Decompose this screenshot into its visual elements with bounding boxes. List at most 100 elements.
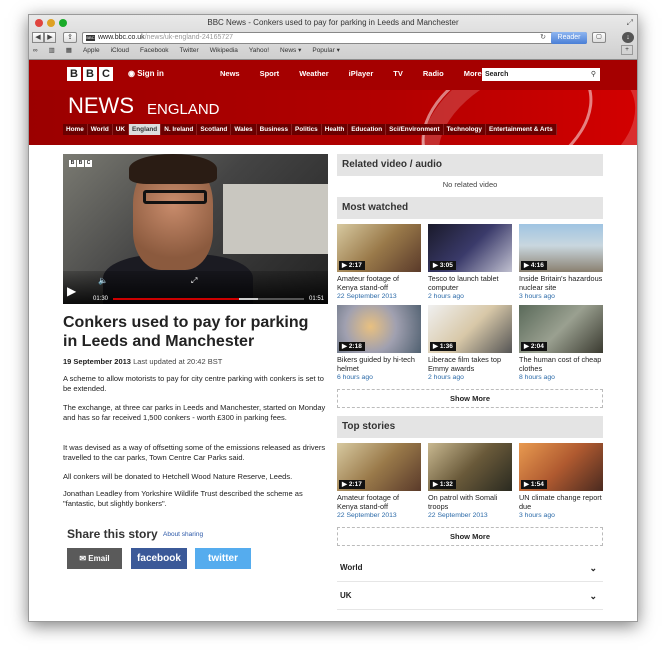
accordion-uk[interactable]: UK ⌄ [337, 582, 603, 610]
video-player[interactable]: BBC ▶ 🔈 ⤢ 01:30 01:51 [63, 154, 328, 304]
cat-technology[interactable]: Technology [444, 124, 486, 135]
sidebar: Related video / audio No related video M… [337, 154, 603, 610]
nav-news[interactable]: News [220, 69, 240, 78]
sign-in-link[interactable]: ◉ Sign in [128, 69, 164, 78]
cat-scotland[interactable]: Scotland [197, 124, 232, 135]
show-more-button[interactable]: Show More [337, 389, 603, 408]
fullscreen-video-icon[interactable]: ⤢ [191, 276, 197, 286]
video-thumbnail[interactable]: ▶ 1:36 [428, 305, 512, 353]
nav-weather[interactable]: Weather [299, 69, 328, 78]
video-card[interactable]: ▶ 3:05 Tesco to launch tablet computer 2… [428, 224, 512, 300]
browser-window: BBC News - Conkers used to pay for parki… [28, 14, 638, 622]
video-card[interactable]: ▶ 1:32 On patrol with Somali troops 22 S… [428, 443, 512, 519]
accordion-world[interactable]: World ⌄ [337, 554, 603, 582]
video-title[interactable]: Tesco to launch tablet computer [428, 274, 512, 292]
video-thumbnail[interactable]: ▶ 4:16 [519, 224, 603, 272]
cat-world[interactable]: World [88, 124, 113, 135]
news-wordmark[interactable]: NEWS [68, 93, 134, 119]
most-watched-heading: Most watched [337, 197, 603, 219]
bookmark-item[interactable]: News ▾ [280, 46, 301, 54]
related-heading: Related video / audio [337, 154, 603, 176]
bbc-header: B B C ◉ Sign in News Sport Weather iPlay… [29, 60, 637, 90]
search-icon[interactable]: ⚲ [591, 68, 596, 81]
reload-icon[interactable]: ↻ [540, 33, 546, 43]
reader-button[interactable]: Reader [551, 32, 587, 44]
share-icon[interactable]: ⇪ [63, 32, 77, 43]
video-title[interactable]: On patrol with Somali troops [428, 493, 512, 511]
video-card[interactable]: ▶ 4:16 Inside Britain's hazardous nuclea… [519, 224, 603, 300]
video-title[interactable]: Liberace film takes top Emmy awards [428, 355, 512, 373]
article-dateline: 19 September 2013 Last updated at 20:42 … [63, 357, 222, 366]
fullscreen-icon[interactable]: ⤢ [627, 18, 633, 28]
logo-letter: B [83, 67, 97, 81]
cat-entertainment[interactable]: Entertainment & Arts [486, 124, 557, 135]
show-more-button[interactable]: Show More [337, 527, 603, 546]
facebook-share-button[interactable]: facebook [131, 548, 187, 569]
bookmark-item[interactable]: iCloud [111, 47, 129, 54]
cat-uk[interactable]: UK [113, 124, 129, 135]
cat-sci-environment[interactable]: Sci/Environment [386, 124, 444, 135]
video-thumbnail[interactable]: ▶ 2:17 [337, 443, 421, 491]
nav-radio[interactable]: Radio [423, 69, 444, 78]
video-title[interactable]: Amateur footage of Kenya stand-off [337, 274, 421, 292]
play-icon: ▶ [524, 343, 529, 350]
video-title[interactable]: UN climate change report due [519, 493, 603, 511]
cat-wales[interactable]: Wales [231, 124, 257, 135]
bookmarks-icon[interactable]: ▥ [49, 46, 55, 54]
back-button[interactable]: ◀ [32, 32, 44, 43]
twitter-share-button[interactable]: twitter [195, 548, 251, 569]
video-duration: 1:36 [439, 343, 453, 350]
video-thumbnail[interactable]: ▶ 2:17 [337, 224, 421, 272]
video-card[interactable]: ▶ 2:17 Amateur footage of Kenya stand-of… [337, 443, 421, 519]
about-sharing-link[interactable]: About sharing [163, 531, 203, 538]
video-title[interactable]: Inside Britain's hazardous nuclear site [519, 274, 603, 292]
progress-bar[interactable] [113, 298, 304, 300]
forward-button[interactable]: ▶ [44, 32, 56, 43]
cat-education[interactable]: Education [348, 124, 387, 135]
reading-list-icon[interactable]: ∞ [33, 47, 38, 54]
bookmark-item[interactable]: Wikipedia [210, 47, 238, 54]
cat-politics[interactable]: Politics [292, 124, 322, 135]
bookmark-item[interactable]: Twitter [180, 47, 199, 54]
downloads-circle-icon[interactable]: ↓ [622, 32, 634, 43]
video-card[interactable]: ▶ 2:18 Bikers guided by hi-tech helmet 6… [337, 305, 421, 381]
address-bar[interactable]: BBC www.bbc.co.uk/news/uk-england-241657… [82, 32, 587, 44]
play-icon[interactable]: ▶ [67, 284, 83, 300]
bookmark-item[interactable]: Yahoo! [249, 47, 269, 54]
bbc-logo[interactable]: B B C [67, 67, 113, 81]
video-card[interactable]: ▶ 1:36 Liberace film takes top Emmy awar… [428, 305, 512, 381]
video-duration: 2:17 [348, 481, 362, 488]
cat-n-ireland[interactable]: N. Ireland [161, 124, 198, 135]
nav-iplayer[interactable]: iPlayer [349, 69, 374, 78]
logo-letter: B [67, 67, 81, 81]
cat-health[interactable]: Health [322, 124, 349, 135]
video-card[interactable]: ▶ 2:17 Amateur footage of Kenya stand-of… [337, 224, 421, 300]
top-sites-icon[interactable]: ▦ [66, 46, 72, 54]
video-title[interactable]: The human cost of cheap clothes [519, 355, 603, 373]
cat-england[interactable]: England [129, 124, 162, 135]
video-title[interactable]: Amateur footage of Kenya stand-off [337, 493, 421, 511]
bookmark-item[interactable]: Apple [83, 47, 100, 54]
email-share-button[interactable]: ✉ Email [67, 548, 122, 569]
nav-sport[interactable]: Sport [260, 69, 280, 78]
downloads-icon[interactable]: ▢ [592, 32, 606, 43]
play-icon: ▶ [342, 481, 347, 488]
video-card[interactable]: ▶ 1:54 UN climate change report due 3 ho… [519, 443, 603, 519]
video-thumbnail[interactable]: ▶ 3:05 [428, 224, 512, 272]
new-tab-button[interactable]: + [621, 45, 633, 55]
video-thumbnail[interactable]: ▶ 2:18 [337, 305, 421, 353]
video-title[interactable]: Bikers guided by hi-tech helmet [337, 355, 421, 373]
video-thumbnail[interactable]: ▶ 1:54 [519, 443, 603, 491]
video-thumbnail[interactable]: ▶ 1:32 [428, 443, 512, 491]
cat-home[interactable]: Home [63, 124, 88, 135]
volume-icon[interactable]: 🔈 [98, 276, 108, 285]
play-icon: ▶ [433, 262, 438, 269]
search-input[interactable]: Search ⚲ [482, 68, 600, 81]
bookmark-item[interactable]: Facebook [140, 47, 169, 54]
url-host: www.bbc.co.uk [98, 34, 145, 41]
video-thumbnail[interactable]: ▶ 2:04 [519, 305, 603, 353]
cat-business[interactable]: Business [257, 124, 292, 135]
bookmark-item[interactable]: Popular ▾ [312, 46, 339, 54]
video-card[interactable]: ▶ 2:04 The human cost of cheap clothes 8… [519, 305, 603, 381]
nav-tv[interactable]: TV [393, 69, 403, 78]
